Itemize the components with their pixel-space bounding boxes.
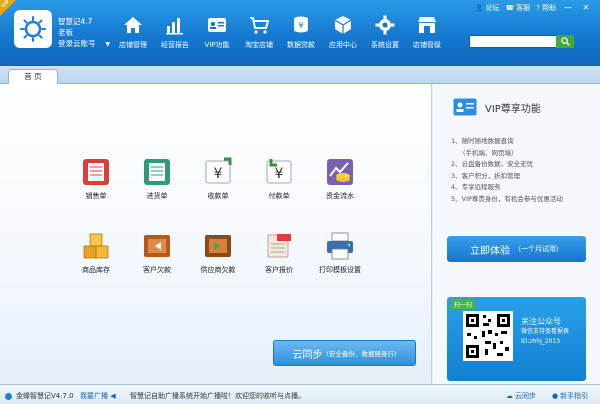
close-button[interactable]: ✕ xyxy=(580,3,592,13)
nav-label: 店铺管级 xyxy=(413,41,441,49)
nav-label: 经营报告 xyxy=(161,41,189,49)
printer-icon xyxy=(327,232,353,260)
func-inventory[interactable]: 商品库存 xyxy=(71,230,121,275)
vip-card-icon xyxy=(453,98,477,116)
supplier-debt-icon xyxy=(205,235,231,257)
try-now-button[interactable]: 立即体验 （一个月试用） xyxy=(447,236,586,262)
nav-taobao[interactable]: 淘宝店铺 xyxy=(238,14,280,58)
qr-ribbon: 扫一扫 xyxy=(451,300,476,309)
search-icon xyxy=(560,37,570,46)
nav-app-center[interactable]: 应用中心 xyxy=(322,14,364,58)
main-nav: 店铺管理 经营报告 VIP功能 淘宝店铺 ¥ 数据贷款 应用中心 系统设置 店铺 xyxy=(112,14,448,58)
app-name: 智慧记4.7 xyxy=(58,17,93,26)
search-button[interactable] xyxy=(556,35,574,48)
top-links: 👤 论坛 ☎ 客服 ? 帮助 — ✕ xyxy=(475,3,592,13)
nav-label: 系统设置 xyxy=(371,41,399,49)
vip-feature: 1、随时随地数据查询 xyxy=(451,137,514,145)
newbie-guide[interactable]: ● 新手指引 xyxy=(552,391,588,401)
func-receipt[interactable]: ¥ 收款单 xyxy=(193,156,243,201)
nav-data-loan[interactable]: ¥ 数据贷款 xyxy=(280,14,322,58)
login-cloud-account[interactable]: 登录云账号 ▼ xyxy=(58,38,110,50)
status-cloud-sync[interactable]: ☁ 云同步 xyxy=(506,391,536,401)
cash-flow-icon xyxy=(327,159,353,185)
shop-icon xyxy=(418,17,436,33)
service-link[interactable]: ☎ 客服 xyxy=(506,3,531,13)
svg-text:¥: ¥ xyxy=(214,166,223,182)
user-info: 智慧记4.7 老板 登录云账号 ▼ xyxy=(58,16,110,50)
func-purchase-order[interactable]: 进货单 xyxy=(132,156,182,201)
quote-icon xyxy=(267,234,291,258)
forum-link[interactable]: 👤 论坛 xyxy=(475,3,500,13)
vip-feature: （手机端、网页端） xyxy=(459,148,518,157)
nav-label: VIP功能 xyxy=(204,41,230,49)
payment-icon: ¥ xyxy=(266,159,292,184)
speaker-icon: ◀ xyxy=(110,392,116,400)
customer-debt-icon xyxy=(144,235,170,257)
vip-feature: 5、VIP尊贵身份，有机会参与优惠活动 xyxy=(451,194,563,203)
vip-feature: 3、客户积分，折扣管理 xyxy=(451,171,521,180)
app-version: 金蝶智慧记V4.7.0 xyxy=(4,391,74,401)
wechat-qr-card: 扫一扫 关注公众号 微信支持查看报表 ID:zhhj_2013 xyxy=(447,297,586,381)
coin-stack-icon: ¥ xyxy=(294,16,308,33)
qr-code xyxy=(463,311,513,361)
vip-title: VIP尊享功能 xyxy=(453,98,541,116)
login-label: 登录云账号 xyxy=(58,39,96,48)
home-icon xyxy=(124,17,142,33)
vip-feature: 4、专享远程服务 xyxy=(451,183,501,191)
broadcast-link[interactable]: 我要广播 ◀ xyxy=(80,391,116,401)
nav-label: 应用中心 xyxy=(329,41,357,49)
func-sales-order[interactable]: 销售单 xyxy=(71,156,121,201)
vip-feature: 2、云盘备份数据，安全无忧 xyxy=(451,160,534,168)
svg-text:¥: ¥ xyxy=(298,21,303,30)
purchase-order-icon xyxy=(144,159,170,185)
cart-icon xyxy=(250,17,270,34)
func-customer-quote[interactable]: 客户报价 xyxy=(254,230,304,275)
gear-icon xyxy=(375,15,395,35)
headset-icon: ☎ xyxy=(505,4,515,12)
main-workspace: 销售单 进货单 ¥ 收款单 ¥ 付款单 资金流水 商品库存 客户欠款 供应商欠款… xyxy=(0,84,432,384)
nav-vip[interactable]: VIP功能 xyxy=(196,14,238,58)
bar-chart-icon xyxy=(166,18,183,35)
app-header: VIP 智慧记4.7 老板 登录云账号 ▼ 店铺管理 经营报告 VIP功能 淘宝… xyxy=(0,0,600,66)
nav-label: 店铺管理 xyxy=(119,41,147,49)
sun-logo-icon xyxy=(20,16,46,42)
sales-order-icon xyxy=(83,159,109,185)
nav-shop-manage[interactable]: 店铺管理 xyxy=(112,14,154,58)
func-supplier-debt[interactable]: 供应商欠款 xyxy=(193,230,243,275)
cloud-sync-button[interactable]: 云同步 (安全备份，数据随身行) xyxy=(273,340,416,366)
app-logo xyxy=(14,10,52,48)
nav-shop-upgrade[interactable]: 店铺管级 xyxy=(406,14,448,58)
vip-panel: VIP尊享功能 1、随时随地数据查询 （手机端、网页端） 2、云盘备份数据，安全… xyxy=(433,84,600,384)
nav-label: 数据贷款 xyxy=(287,41,315,49)
qr-text: 关注公众号 微信支持查看报表 ID:zhhj_2013 xyxy=(521,317,570,345)
vip-card-icon xyxy=(208,18,226,32)
cloud-icon: ☁ xyxy=(506,392,513,400)
status-bar: 金蝶智慧记V4.7.0 我要广播 ◀ 智慧记自助广播系统开始广播啦！欢迎您的收听… xyxy=(0,384,600,404)
func-cash-flow[interactable]: 资金流水 xyxy=(315,156,365,201)
nav-system-settings[interactable]: 系统设置 xyxy=(364,14,406,58)
app-small-logo-icon xyxy=(5,392,12,400)
user-icon: 👤 xyxy=(474,4,484,12)
vip-feature-list: 1、随时随地数据查询 （手机端、网页端） 2、云盘备份数据，安全无忧 3、客户积… xyxy=(451,136,563,205)
nav-business-report[interactable]: 经营报告 xyxy=(154,14,196,58)
help-link[interactable]: ? 帮助 xyxy=(536,3,556,13)
guide-icon: ● xyxy=(552,392,559,400)
broadcast-message: 智慧记自助广播系统开始广播啦！欢迎您的收听与点播。 xyxy=(130,392,305,400)
user-name: 老板 xyxy=(58,28,73,37)
minimize-button[interactable]: — xyxy=(562,3,574,13)
func-payment[interactable]: ¥ 付款单 xyxy=(254,156,304,201)
receipt-icon: ¥ xyxy=(205,157,232,184)
tab-strip: 首 页 xyxy=(0,66,600,84)
func-customer-debt[interactable]: 客户欠款 xyxy=(132,230,182,275)
qr-code-image xyxy=(466,314,510,358)
chevron-down-icon: ▼ xyxy=(105,41,111,48)
svg-text:¥: ¥ xyxy=(275,166,284,182)
help-icon: ? xyxy=(536,4,540,12)
nav-label: 淘宝店铺 xyxy=(245,41,273,49)
cube-icon xyxy=(334,16,352,34)
inventory-icon xyxy=(83,233,109,259)
func-print-template[interactable]: 打印模板设置 xyxy=(315,230,365,275)
tab-home[interactable]: 首 页 xyxy=(8,69,58,84)
